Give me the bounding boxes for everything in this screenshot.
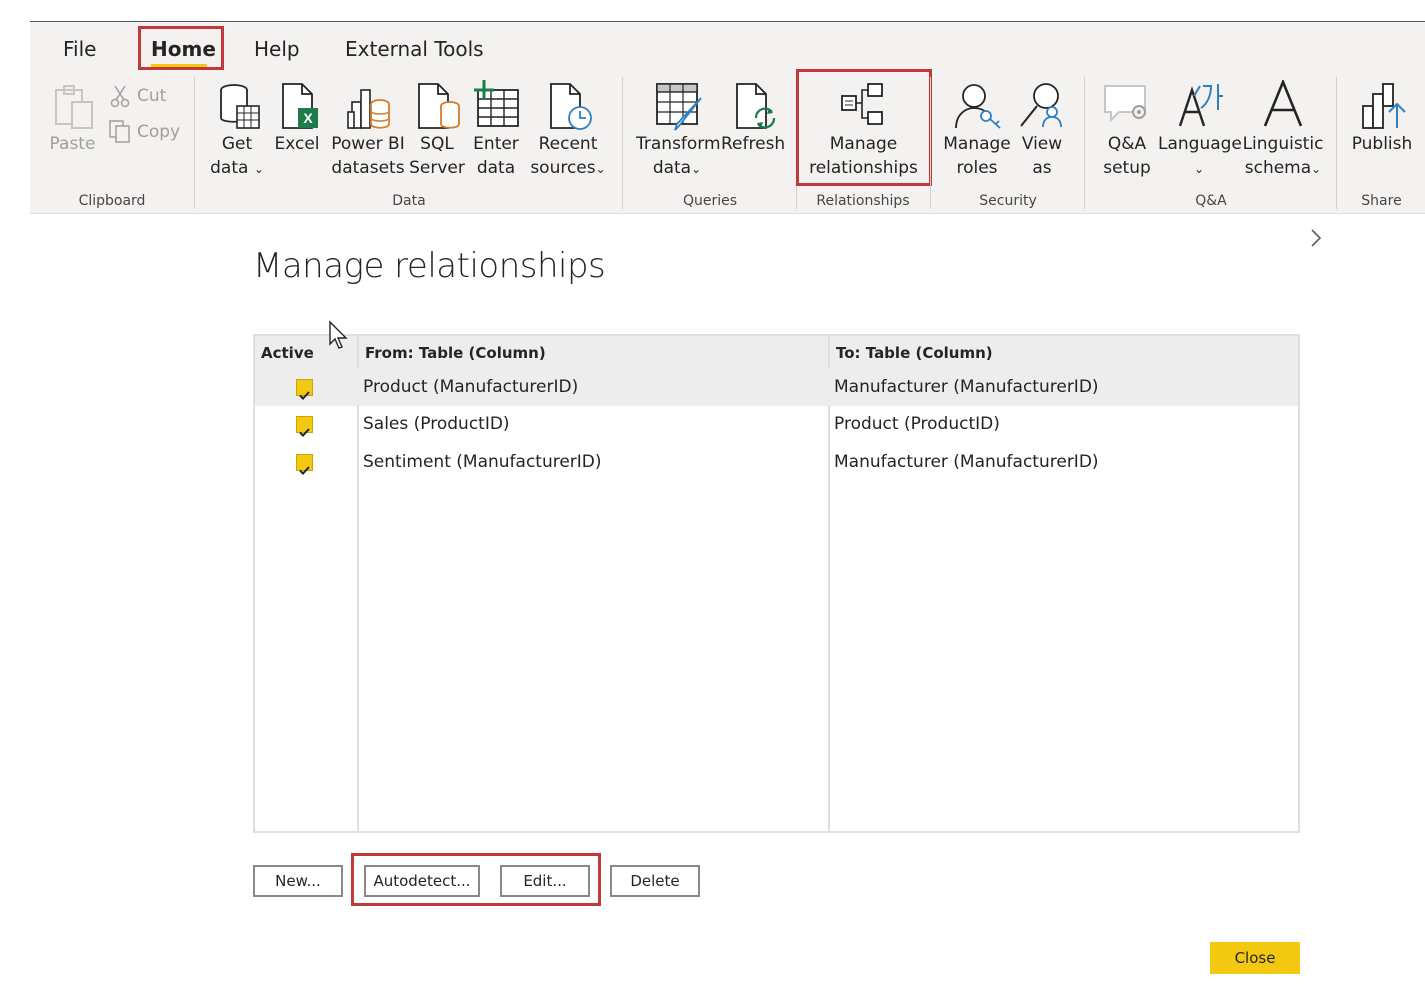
refresh-button[interactable]: Refresh [721,132,785,156]
cut-icon [110,84,130,112]
active-checkbox[interactable] [296,416,313,437]
qa-setup-icon [1103,84,1151,132]
close-button[interactable]: Close [1210,942,1300,974]
paste-button[interactable]: Paste [45,132,100,156]
group-label-clipboard: Clipboard [78,193,146,209]
view-as-button[interactable]: View as [1016,132,1068,180]
table-row[interactable]: Product (ManufacturerID) Manufacturer (M… [255,369,1298,406]
enter-data-icon [472,80,522,134]
recent-sources-icon [548,82,594,136]
excel-button[interactable]: Excel [272,132,322,156]
view-as-icon [1018,80,1068,134]
to-cell: Manufacturer (ManufacturerID) [834,452,1099,472]
chevron-right-icon[interactable] [1309,228,1323,252]
column-header-to[interactable]: To: Table (Column) [830,336,1298,370]
group-label-qa: Q&A [1195,193,1227,209]
transform-data-button[interactable]: Transform data⌄ [636,132,721,181]
group-label-data: Data [392,193,426,209]
table-row[interactable]: Sales (ProductID) Product (ProductID) [255,406,1298,443]
separator [1084,77,1085,209]
tab-file[interactable]: File [63,32,96,66]
delete-button[interactable]: Delete [610,865,700,897]
separator [1336,77,1337,209]
cut-button[interactable]: Cut [137,84,166,108]
dialog-title: Manage relationships [253,246,606,286]
separator [622,77,623,209]
from-cell: Product (ManufacturerID) [363,377,579,397]
column-header-from[interactable]: From: Table (Column) [359,336,828,370]
get-data-button[interactable]: Get data ⌄ [207,132,267,181]
paste-icon [52,84,98,134]
separator [194,77,195,209]
language-button[interactable]: Language ⌄ [1158,132,1242,181]
from-cell: Sentiment (ManufacturerID) [363,452,602,472]
new-button[interactable]: New... [253,865,343,897]
excel-icon: X [280,82,320,136]
tab-help[interactable]: Help [254,32,300,66]
sql-server-icon [416,82,462,136]
tab-external-tools[interactable]: External Tools [345,32,484,66]
power-bi-datasets-button[interactable]: Power BI datasets [328,132,408,180]
manage-relationships-highlight [796,69,932,186]
to-cell: Product (ProductID) [834,414,1000,434]
copy-icon [108,119,132,147]
linguistic-schema-button[interactable]: Linguistic schema⌄ [1242,132,1324,181]
to-cell: Manufacturer (ManufacturerID) [834,377,1099,397]
group-label-share: Share [1361,193,1402,209]
mouse-cursor-icon [328,320,350,354]
language-icon [1178,82,1224,132]
relationships-table: Active From: Table (Column) To: Table (C… [253,334,1300,833]
copy-button[interactable]: Copy [137,120,180,144]
refresh-icon [734,82,780,136]
autodetect-edit-highlight [351,853,601,906]
group-label-security: Security [979,193,1037,209]
manage-roles-icon [954,80,1002,134]
active-checkbox[interactable] [296,379,313,400]
table-row[interactable]: Sentiment (ManufacturerID) Manufacturer … [255,444,1298,481]
home-tab-highlight [138,26,224,70]
publish-icon [1361,82,1407,134]
linguistic-schema-icon [1263,78,1303,132]
group-label-relationships: Relationships [816,193,910,209]
qa-setup-button[interactable]: Q&A setup [1096,132,1158,180]
recent-sources-button[interactable]: Recent sources⌄ [528,132,608,181]
group-label-queries: Queries [682,193,738,209]
separator [930,77,931,209]
svg-text:X: X [303,110,313,126]
sql-server-button[interactable]: SQL Server [408,132,466,180]
manage-roles-button[interactable]: Manage roles [941,132,1013,180]
database-table-icon [217,82,263,136]
from-cell: Sales (ProductID) [363,414,510,434]
transform-data-icon [655,82,705,136]
active-checkbox[interactable] [296,454,313,475]
enter-data-button[interactable]: Enter data [468,132,524,180]
power-bi-datasets-icon [346,82,392,136]
publish-button[interactable]: Publish [1346,132,1418,156]
